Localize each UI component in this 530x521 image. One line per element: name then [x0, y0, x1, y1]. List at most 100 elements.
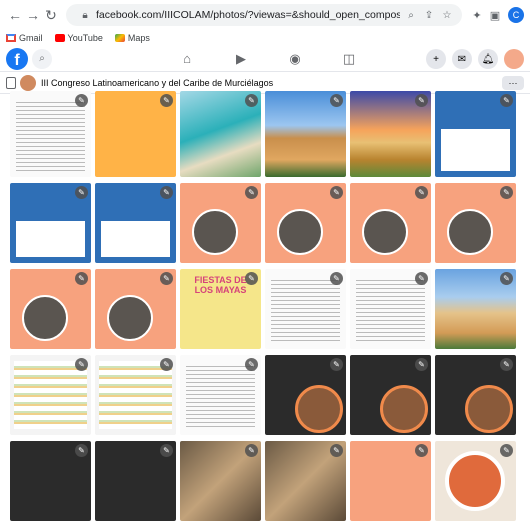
bookmark-maps[interactable]: Maps — [114, 33, 150, 43]
document-thumbnail — [16, 99, 85, 171]
edit-icon[interactable]: ✎ — [245, 272, 258, 285]
star-icon[interactable]: ☆ — [440, 10, 454, 21]
share-icon[interactable]: ⇪ — [422, 10, 436, 21]
photo-tile[interactable]: ✎ — [180, 91, 261, 177]
profile-avatar[interactable]: C — [508, 7, 524, 23]
poster-panel — [441, 129, 510, 171]
plus-icon[interactable]: + — [426, 49, 446, 69]
photo-tile[interactable]: ✎ — [350, 183, 431, 263]
photo-tile[interactable]: ✎ — [10, 183, 91, 263]
photo-tile[interactable]: ✎ — [350, 91, 431, 177]
facebook-actions: + ✉ 🔔︎ — [420, 49, 524, 69]
edit-icon[interactable]: ✎ — [415, 272, 428, 285]
document-thumbnail — [186, 363, 255, 429]
photo-tile[interactable]: ✎ — [435, 269, 516, 349]
search-icon[interactable]: ⌕ — [404, 10, 418, 21]
photo-tile[interactable]: ✎ — [265, 355, 346, 435]
edit-icon[interactable]: ✎ — [330, 272, 343, 285]
photo-tile[interactable]: ✎ — [265, 91, 346, 177]
edit-icon[interactable]: ✎ — [330, 444, 343, 457]
messenger-icon[interactable]: ✉ — [452, 49, 472, 69]
edit-icon[interactable]: ✎ — [245, 186, 258, 199]
edit-icon[interactable]: ✎ — [245, 94, 258, 107]
photo-tile[interactable]: ✎ — [180, 183, 261, 263]
gaming-icon[interactable]: ◫ — [322, 46, 376, 72]
photo-tile[interactable]: ✎ — [265, 441, 346, 521]
address-bar[interactable]: 🔒︎ facebook.com/IIICOLAM/photos/?viewas=… — [66, 4, 462, 26]
edit-icon[interactable]: ✎ — [330, 186, 343, 199]
edit-icon[interactable]: ✎ — [330, 94, 343, 107]
photo-tile[interactable]: ✎ — [350, 441, 431, 521]
page-switch-icon[interactable] — [6, 76, 16, 89]
edit-icon[interactable]: ✎ — [160, 186, 173, 199]
edit-icon[interactable]: ✎ — [160, 358, 173, 371]
reload-icon[interactable]: ↻ — [42, 4, 60, 26]
bookmark-gmail[interactable]: Gmail — [6, 33, 43, 43]
edit-icon[interactable]: ✎ — [160, 94, 173, 107]
portrait-circle — [447, 209, 493, 255]
portrait-circle — [295, 385, 343, 433]
photo-tile[interactable]: ✎ — [95, 269, 176, 349]
edit-icon[interactable]: ✎ — [500, 358, 513, 371]
home-icon[interactable]: ⌂ — [160, 46, 214, 72]
edit-icon[interactable]: ✎ — [245, 358, 258, 371]
edit-icon[interactable]: ✎ — [245, 444, 258, 457]
page-avatar[interactable] — [20, 74, 36, 91]
edit-icon[interactable]: ✎ — [75, 186, 88, 199]
photo-tile[interactable]: ✎ — [265, 183, 346, 263]
bookmark-youtube[interactable]: YouTube — [54, 33, 103, 43]
account-avatar[interactable] — [504, 49, 524, 69]
photo-tile[interactable]: ✎ — [10, 269, 91, 349]
more-button[interactable]: ··· — [502, 75, 524, 90]
photo-tile[interactable]: ✎ — [10, 355, 91, 435]
facebook-logo[interactable]: f — [6, 47, 28, 70]
photo-tile[interactable]: FIESTAS DE LOS MAYAS ✎ — [180, 269, 261, 349]
edit-icon[interactable]: ✎ — [415, 358, 428, 371]
portrait-circle — [465, 385, 513, 433]
groups-icon[interactable]: ◉ — [268, 46, 322, 72]
page-title[interactable]: III Congreso Latinoamericano y del Carib… — [41, 78, 273, 88]
photo-tile[interactable]: ✎ — [435, 441, 516, 521]
edit-icon[interactable]: ✎ — [415, 186, 428, 199]
photo-tile[interactable]: ✎ — [95, 441, 176, 521]
document-thumbnail — [356, 277, 425, 343]
schedule-thumbnail — [14, 361, 87, 429]
edit-icon[interactable]: ✎ — [75, 358, 88, 371]
document-thumbnail — [271, 277, 340, 343]
photo-tile[interactable]: ✎ — [95, 355, 176, 435]
forward-icon[interactable]: → — [24, 4, 42, 26]
photo-tile[interactable]: ✎ — [95, 91, 176, 177]
photo-tile[interactable]: ✎ — [265, 269, 346, 349]
photo-tile[interactable]: ✎ — [10, 441, 91, 521]
edit-icon[interactable]: ✎ — [75, 272, 88, 285]
back-icon[interactable]: ← — [6, 4, 24, 26]
photo-tile[interactable]: ✎ — [435, 355, 516, 435]
extensions-icon[interactable]: ✦ — [468, 9, 486, 22]
photo-tile[interactable]: ✎ — [180, 355, 261, 435]
food-plate — [445, 451, 505, 511]
side-panel-icon[interactable]: ▣ — [486, 9, 504, 22]
edit-icon[interactable]: ✎ — [415, 444, 428, 457]
photo-tile[interactable]: ✎ — [95, 183, 176, 263]
edit-icon[interactable]: ✎ — [415, 94, 428, 107]
photo-tile[interactable]: ✎ — [435, 91, 516, 177]
photo-tile[interactable]: ✎ — [350, 269, 431, 349]
edit-icon[interactable]: ✎ — [500, 94, 513, 107]
edit-icon[interactable]: ✎ — [500, 272, 513, 285]
edit-icon[interactable]: ✎ — [75, 94, 88, 107]
edit-icon[interactable]: ✎ — [500, 444, 513, 457]
photo-tile[interactable]: ✎ — [10, 91, 91, 177]
edit-icon[interactable]: ✎ — [330, 358, 343, 371]
edit-icon[interactable]: ✎ — [75, 444, 88, 457]
search-icon[interactable]: ⌕ — [32, 48, 52, 69]
edit-icon[interactable]: ✎ — [160, 444, 173, 457]
edit-icon[interactable]: ✎ — [160, 272, 173, 285]
notifications-icon[interactable]: 🔔︎ — [478, 49, 498, 69]
photo-tile[interactable]: ✎ — [435, 183, 516, 263]
lock-icon: 🔒︎ — [82, 9, 88, 21]
video-icon[interactable]: ▶ — [214, 46, 268, 72]
portrait-circle — [107, 295, 153, 341]
photo-tile[interactable]: ✎ — [350, 355, 431, 435]
photo-tile[interactable]: ✎ — [180, 441, 261, 521]
edit-icon[interactable]: ✎ — [500, 186, 513, 199]
